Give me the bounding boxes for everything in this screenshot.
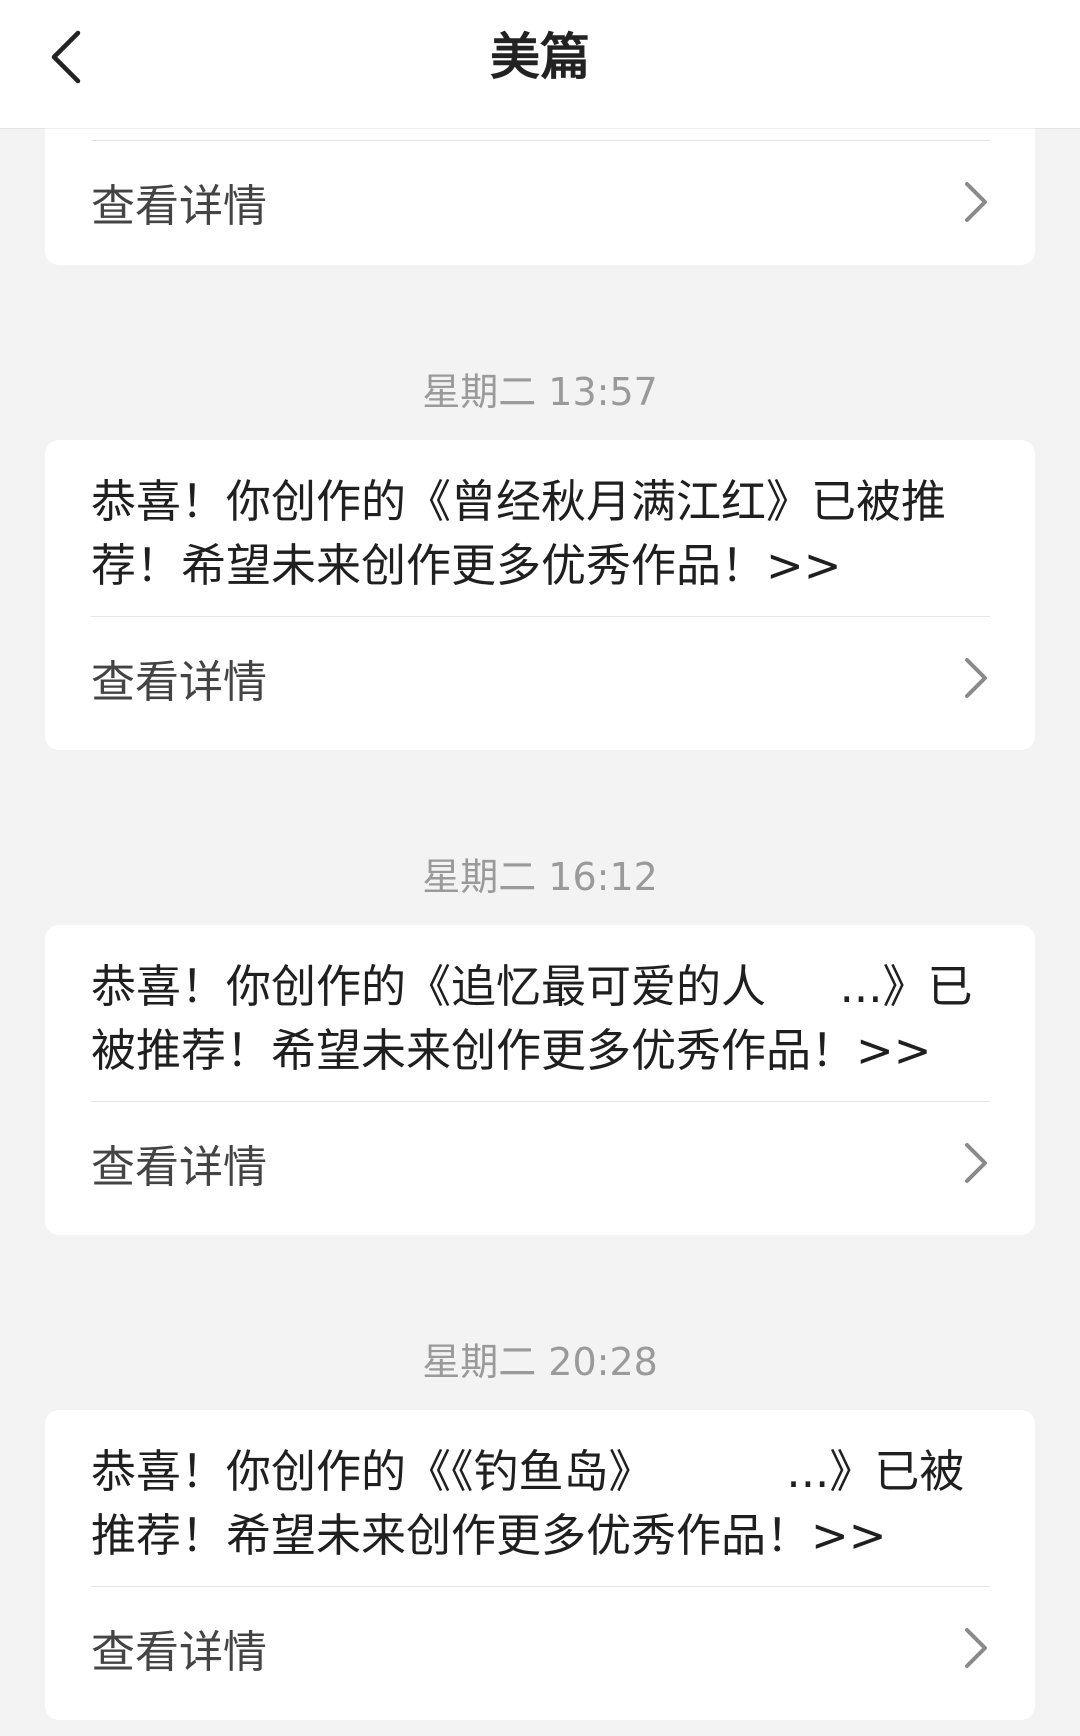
view-details-row[interactable]: 查看详情: [45, 1587, 1035, 1709]
top-nav-bar: 美篇: [0, 0, 1080, 128]
view-details-row[interactable]: 查看详情: [45, 617, 1035, 739]
message-text[interactable]: 恭喜！你创作的《曾经秋月满江红》已被推荐！希望未来创作更多优秀作品！>>: [45, 440, 1035, 616]
chevron-right-icon: [965, 658, 987, 698]
view-details-label: 查看详情: [91, 181, 267, 232]
message-card: 恭喜！你创作的《《钓鱼岛》 ...》已被推荐！希望未来创作更多优秀作品！>> 查…: [45, 1410, 1035, 1720]
message-card: 恭喜！你创作的《追忆最可爱的人 ...》已被推荐！希望未来创作更多优秀作品！>>…: [45, 925, 1035, 1235]
message-timestamp: 星期二 20:28: [422, 1340, 658, 1384]
view-details-row[interactable]: 查看详情: [45, 141, 1035, 263]
view-details-label: 查看详情: [91, 657, 267, 708]
page-title: 美篇: [490, 28, 590, 86]
chevron-right-icon: [965, 1143, 987, 1183]
chevron-right-icon: [965, 182, 987, 222]
message-timestamp: 星期二 13:57: [422, 370, 658, 414]
message-screen: 查看详情 星期二 13:57 恭喜！你创作的《曾经秋月满江红》已被推荐！希望未来…: [0, 0, 1080, 1736]
view-details-row[interactable]: 查看详情: [45, 1102, 1035, 1224]
message-text[interactable]: 恭喜！你创作的《追忆最可爱的人 ...》已被推荐！希望未来创作更多优秀作品！>>: [45, 925, 1035, 1101]
view-details-label: 查看详情: [91, 1142, 267, 1193]
message-card: 恭喜！你创作的《曾经秋月满江红》已被推荐！希望未来创作更多优秀作品！>> 查看详…: [45, 440, 1035, 750]
message-timestamp: 星期二 16:12: [422, 855, 658, 899]
message-list[interactable]: 查看详情 星期二 13:57 恭喜！你创作的《曾经秋月满江红》已被推荐！希望未来…: [0, 0, 1080, 1736]
chevron-right-icon: [965, 1628, 987, 1668]
view-details-label: 查看详情: [91, 1627, 267, 1678]
message-text[interactable]: 恭喜！你创作的《《钓鱼岛》 ...》已被推荐！希望未来创作更多优秀作品！>>: [45, 1410, 1035, 1586]
